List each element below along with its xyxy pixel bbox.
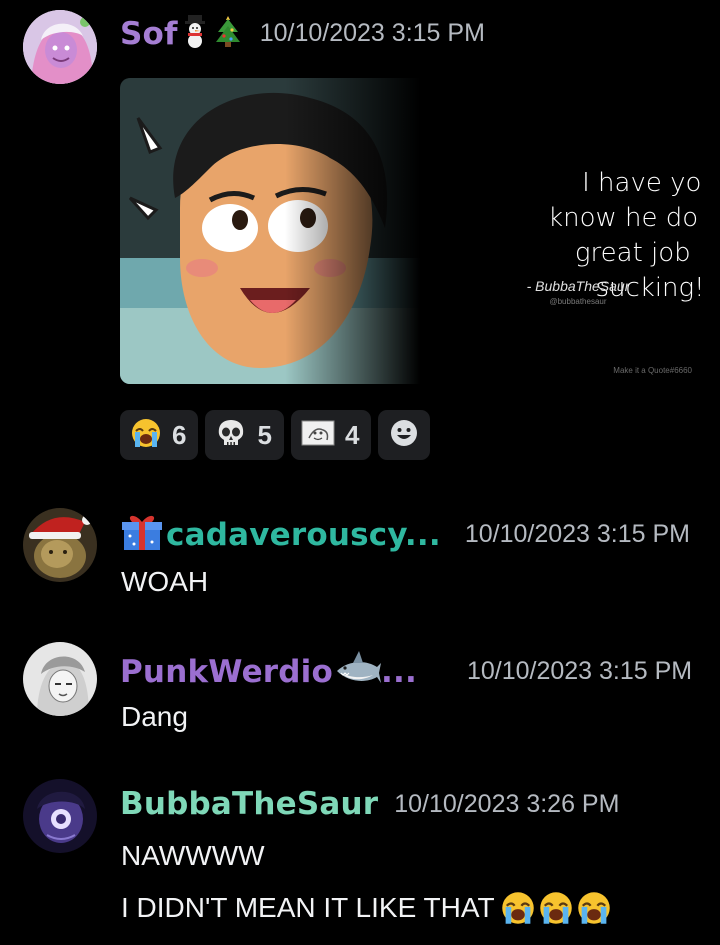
message-header: cadaverouscy... 10/10/2023 3:15 PM [120,512,690,557]
quote-handle: @bubbathesaur [549,297,606,306]
message-punkwerdio: PunkWerdio ... 10/10/2023 3:15 PM Dang [0,635,720,755]
loudly-crying-face-icon [575,890,613,926]
christmas-tree-icon [214,14,242,53]
username[interactable]: BubbaTheSaur [120,786,378,822]
message-text: Dang [121,701,188,733]
reaction-crying[interactable]: 6 [120,410,198,460]
message-text: NAWWWW [121,840,265,872]
gift-icon [120,512,164,557]
username[interactable]: Sof [120,16,178,52]
cartoon-character-image [120,78,420,384]
avatar-bubbathesaur[interactable] [23,779,97,853]
message-header: PunkWerdio ... 10/10/2023 3:15 PM [120,649,692,694]
message-text: I DIDN'T MEAN IT LIKE THAT [121,892,495,924]
reaction-count: 4 [345,420,359,451]
reaction-count: 6 [172,420,186,451]
add-reaction-button[interactable] [378,410,430,460]
avatar-bubbathesaur-image [23,779,97,853]
loudly-crying-face-icon [130,417,162,454]
shark-icon [335,649,381,694]
skull-icon [215,417,247,454]
timestamp: 10/10/2023 3:15 PM [260,19,485,48]
timestamp: 10/10/2023 3:26 PM [394,790,619,819]
custom-sketch-emoji-icon [301,420,335,451]
quote-author: - BubbaTheSaur [527,278,630,294]
message-bubbathesaur: BubbaTheSaur 10/10/2023 3:26 PM NAWWWW I… [0,772,720,945]
avatar-sof-image [23,10,97,84]
avatar-punkwerdio[interactable] [23,642,97,716]
reaction-count: 5 [257,420,271,451]
message-header: BubbaTheSaur 10/10/2023 3:26 PM [120,786,619,822]
username[interactable]: cadaverouscy... [166,517,441,553]
reactions-bar: 6 5 [120,410,430,460]
message-text: WOAH [121,566,208,598]
quote-image-embed[interactable]: I have you know he does a great job at s… [120,78,700,384]
message-header: Sof 10/10/202 [120,14,485,53]
message-cadaverouscy: cadaverouscy... 10/10/2023 3:15 PM WOAH [0,500,720,620]
username[interactable]: PunkWerdio [120,654,333,690]
avatar-punkwerdio-image [23,642,97,716]
avatar-cadaverouscy[interactable] [23,508,97,582]
quote-watermark: Make it a Quote#6660 [613,366,692,375]
username-ellipsis: ... [381,654,417,690]
loudly-crying-face-icon [537,890,575,926]
snowman-icon [182,14,208,53]
message-sof: Sof 10/10/202 [0,0,720,470]
reaction-custom[interactable]: 4 [291,410,371,460]
message-text-line-2: I DIDN'T MEAN IT LIKE THAT [121,890,613,926]
timestamp: 10/10/2023 3:15 PM [465,520,690,549]
loudly-crying-face-icon [499,890,537,926]
add-reaction-icon [389,418,419,453]
timestamp: 10/10/2023 3:15 PM [467,657,692,686]
avatar-cadaverouscy-image [23,508,97,582]
reaction-skull[interactable]: 5 [205,410,283,460]
avatar-sof[interactable] [23,10,97,84]
